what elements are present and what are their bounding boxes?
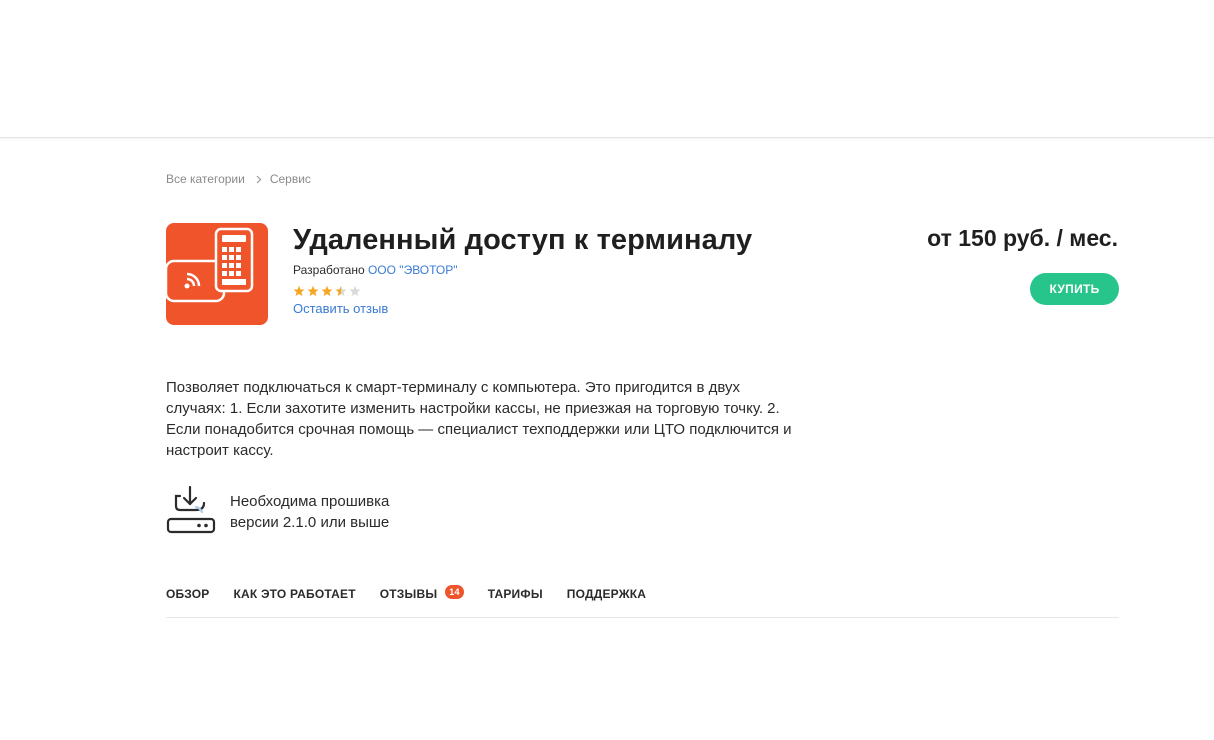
tab-bar: ОБЗОР КАК ЭТО РАБОТАЕТ ОТЗЫВЫ 14 ТАРИФЫ П… bbox=[166, 584, 1119, 618]
tab-tariffs[interactable]: ТАРИФЫ bbox=[488, 584, 543, 617]
buy-button[interactable]: КУПИТЬ bbox=[1030, 273, 1119, 305]
price-label: от 150 руб. / мес. bbox=[927, 225, 1118, 251]
top-header-bar bbox=[0, 0, 1214, 138]
app-description: Позволяет подключаться к смарт-терминалу… bbox=[166, 379, 792, 459]
tab-overview[interactable]: ОБЗОР bbox=[166, 584, 210, 617]
reviews-count-badge: 14 bbox=[445, 585, 464, 599]
star-icon bbox=[321, 285, 333, 296]
developer-link[interactable]: ООО "ЭВОТОР" bbox=[368, 263, 458, 277]
firmware-download-icon bbox=[166, 485, 218, 538]
tab-label: ПОДДЕРЖКА bbox=[566, 587, 647, 601]
star-icon bbox=[293, 285, 305, 296]
tab-label: ОБЗОР bbox=[166, 587, 210, 601]
breadcrumb-service[interactable]: Сервис bbox=[270, 172, 311, 186]
firmware-line-2: версии 2.1.0 или выше bbox=[230, 514, 390, 531]
tab-label: ОТЗЫВЫ bbox=[379, 587, 438, 601]
star-half-icon bbox=[335, 285, 347, 296]
tab-reviews[interactable]: ОТЗЫВЫ 14 bbox=[380, 584, 464, 617]
leave-review-link[interactable]: Оставить отзыв bbox=[293, 301, 388, 316]
rating-stars bbox=[293, 285, 361, 297]
tab-support[interactable]: ПОДДЕРЖКА bbox=[567, 584, 646, 617]
developer-line: Разработано ООО "ЭВОТОР" bbox=[293, 263, 458, 277]
firmware-line-1: Необходима прошивка bbox=[230, 493, 390, 510]
tab-label: ТАРИФЫ bbox=[487, 587, 543, 601]
star-empty-icon bbox=[349, 285, 361, 296]
terminal-wireless-icon bbox=[166, 223, 268, 325]
breadcrumb-all-categories[interactable]: Все категории bbox=[166, 172, 245, 186]
firmware-requirement: Необходима прошивка версии 2.1.0 или выш… bbox=[230, 491, 389, 533]
star-icon bbox=[307, 285, 319, 296]
developer-prefix: Разработано bbox=[293, 263, 365, 277]
breadcrumb: Все категории Сервис bbox=[166, 172, 311, 186]
app-title: Удаленный доступ к терминалу bbox=[293, 224, 753, 256]
chevron-right-icon bbox=[256, 175, 262, 184]
tab-label: КАК ЭТО РАБОТАЕТ bbox=[233, 587, 356, 601]
tab-how-it-works[interactable]: КАК ЭТО РАБОТАЕТ bbox=[234, 584, 356, 617]
